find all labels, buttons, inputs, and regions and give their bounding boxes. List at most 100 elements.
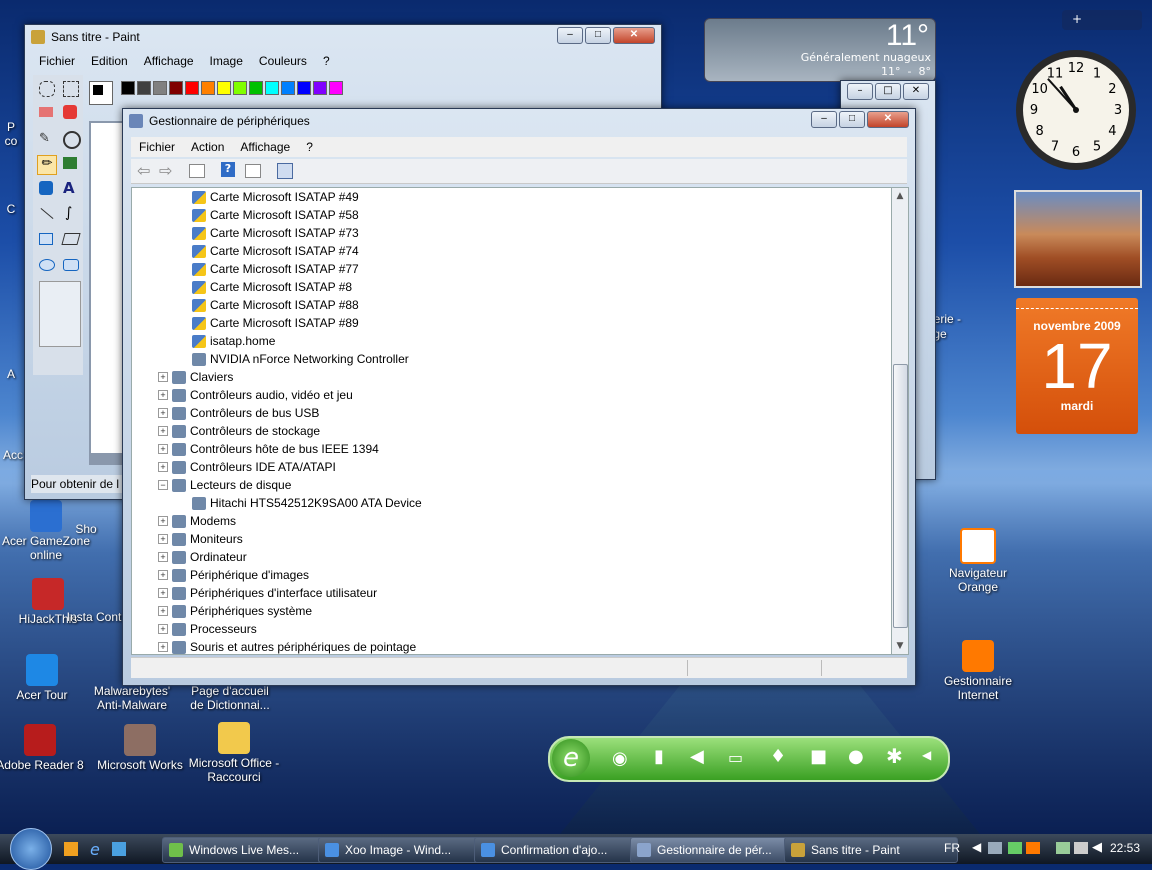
close-button[interactable]: ✕	[867, 111, 909, 128]
show-hide-tree-icon[interactable]	[189, 164, 205, 178]
tree-item[interactable]: Carte Microsoft ISATAP #89	[192, 314, 359, 332]
desktop-icon-ms-works[interactable]: Microsoft Works	[94, 724, 186, 772]
expand-icon[interactable]: +	[158, 588, 168, 598]
rectangle-tool-icon[interactable]	[39, 233, 53, 245]
tray-wifi-icon[interactable]	[1008, 842, 1022, 854]
palette-color-swatch[interactable]	[297, 81, 311, 95]
current-colors[interactable]	[89, 81, 113, 105]
collapse-icon[interactable]: −	[158, 480, 168, 490]
task-device-manager[interactable]: Gestionnaire de pér...	[630, 837, 804, 863]
tray-expand-icon[interactable]: ◀	[972, 840, 981, 854]
e-logo-icon[interactable]: e	[552, 739, 590, 777]
switch-windows-icon[interactable]	[112, 842, 126, 856]
tree-item[interactable]: Carte Microsoft ISATAP #88	[192, 296, 359, 314]
expand-icon[interactable]: +	[158, 426, 168, 436]
expand-icon[interactable]: +	[158, 606, 168, 616]
tree-item[interactable]: + Contrôleurs audio, vidéo et jeu	[158, 386, 353, 404]
menu-image[interactable]: Image	[202, 52, 251, 70]
menu-fichier[interactable]: Fichier	[31, 52, 83, 70]
eraser-tool-icon[interactable]	[39, 107, 53, 117]
tree-item[interactable]: Carte Microsoft ISATAP #73	[192, 224, 359, 242]
expand-icon[interactable]: +	[158, 570, 168, 580]
palette-color-swatch[interactable]	[281, 81, 295, 95]
curve-tool-icon[interactable]: ∫	[65, 205, 72, 221]
tray-orange-icon[interactable]	[1026, 842, 1040, 854]
expand-icon[interactable]: +	[158, 462, 168, 472]
menu-affichage[interactable]: Affichage	[136, 52, 202, 70]
palette-color-swatch[interactable]	[265, 81, 279, 95]
tree-item[interactable]: isatap.home	[192, 332, 275, 350]
brush-tool-icon[interactable]	[63, 157, 77, 169]
menu-edition[interactable]: Edition	[83, 52, 136, 70]
menu-fichier[interactable]: Fichier	[131, 137, 183, 157]
globe-icon[interactable]: ◉	[612, 748, 628, 769]
ellipse-tool-icon[interactable]	[39, 259, 55, 271]
palette-color-swatch[interactable]	[201, 81, 215, 95]
tree-item[interactable]: + Contrôleurs de bus USB	[158, 404, 319, 422]
calendar-gadget[interactable]: novembre 2009 17 mardi	[1016, 298, 1138, 434]
tool-options-box[interactable]	[39, 281, 81, 347]
rect-select-tool-icon[interactable]	[63, 81, 79, 97]
palette-color-swatch[interactable]	[169, 81, 183, 95]
tree-item[interactable]: + Périphériques système	[158, 602, 312, 620]
desktop-icon-acer-tour[interactable]: Acer Tour	[0, 654, 88, 702]
devmgr-titlebar[interactable]: Gestionnaire de périphériques – □ ✕	[123, 109, 915, 133]
tray-devices-icon[interactable]	[1074, 842, 1088, 854]
collapse-icon[interactable]: ◀	[922, 748, 931, 762]
ie-icon[interactable]: e	[90, 840, 100, 859]
scroll-up-arrow-icon[interactable]: ▲	[892, 188, 908, 204]
sidebar-controls[interactable]: +	[1062, 10, 1142, 30]
palette-color-swatch[interactable]	[329, 81, 343, 95]
color-palette[interactable]	[121, 81, 343, 95]
orange-dock[interactable]: e ◉ ▮ ◀ ▭ ♦ ■ ● ✱ ◀	[548, 736, 950, 782]
tree-item[interactable]: Carte Microsoft ISATAP #77	[192, 260, 359, 278]
task-xoo-image[interactable]: Xoo Image - Wind...	[318, 837, 494, 863]
zoom-tool-icon[interactable]	[63, 131, 81, 149]
expand-icon[interactable]: +	[158, 552, 168, 562]
desktop-icon-dictionnaire[interactable]: Page d'accueil de Dictionnai...	[184, 684, 276, 712]
menu-help[interactable]: ?	[315, 52, 338, 70]
desktop-icon-gestionnaire-internet[interactable]: Gestionnaire Internet	[932, 640, 1024, 702]
bulb-icon[interactable]: ♦	[770, 746, 786, 767]
close-button[interactable]: ✕	[903, 83, 929, 100]
expand-icon[interactable]: +	[158, 408, 168, 418]
back-arrow-icon[interactable]: ⇦	[137, 161, 150, 180]
tree-item[interactable]: + Claviers	[158, 368, 233, 386]
palette-color-swatch[interactable]	[153, 81, 167, 95]
maximize-button[interactable]: □	[839, 111, 865, 128]
tree-item[interactable]: + Souris et autres périphériques de point…	[158, 638, 416, 654]
airbrush-tool-icon[interactable]	[39, 181, 53, 195]
minimize-button[interactable]: –	[557, 27, 583, 44]
task-paint[interactable]: Sans titre - Paint	[784, 837, 958, 863]
rounded-rect-tool-icon[interactable]	[63, 259, 79, 271]
card-icon[interactable]: ▭	[728, 748, 743, 767]
minimize-button[interactable]: –	[811, 111, 837, 128]
palette-color-swatch[interactable]	[137, 81, 151, 95]
polygon-tool-icon[interactable]	[61, 233, 81, 245]
palette-color-swatch[interactable]	[217, 81, 231, 95]
weather-gadget[interactable]: 11° Généralement nuageux 11° - 8°	[704, 18, 936, 82]
tree-item[interactable]: NVIDIA nForce Networking Controller	[192, 350, 409, 368]
expand-icon[interactable]: +	[158, 642, 168, 652]
vertical-scrollbar[interactable]: ▲ ▼	[891, 187, 909, 655]
tray-battery-icon[interactable]	[1056, 842, 1070, 854]
desktop-icon-malwarebytes[interactable]: Malwarebytes' Anti-Malware	[86, 684, 178, 712]
network-icon[interactable]: ●	[848, 746, 864, 767]
tree-item[interactable]: + Ordinateur	[158, 548, 247, 566]
tree-item[interactable]: + Contrôleurs hôte de bus IEEE 1394	[158, 440, 379, 458]
help-icon[interactable]: ?	[221, 162, 235, 177]
add-gadget-icon[interactable]: +	[1072, 12, 1082, 26]
tree-item[interactable]: Carte Microsoft ISATAP #49	[192, 188, 359, 206]
expand-icon[interactable]: +	[158, 516, 168, 526]
pencil-tool-icon[interactable]: ✏	[37, 155, 57, 175]
scan-hardware-icon[interactable]	[277, 163, 293, 179]
expand-icon[interactable]: +	[158, 534, 168, 544]
palette-color-swatch[interactable]	[249, 81, 263, 95]
menu-couleurs[interactable]: Couleurs	[251, 52, 315, 70]
maximize-button[interactable]: □	[585, 27, 611, 44]
picker-tool-icon[interactable]: ✎	[39, 131, 53, 146]
tree-item[interactable]: + Moniteurs	[158, 530, 243, 548]
expand-icon[interactable]: +	[158, 390, 168, 400]
lock-icon[interactable]: ■	[810, 746, 827, 767]
tree-item[interactable]: + Périphérique d'images	[158, 566, 309, 584]
